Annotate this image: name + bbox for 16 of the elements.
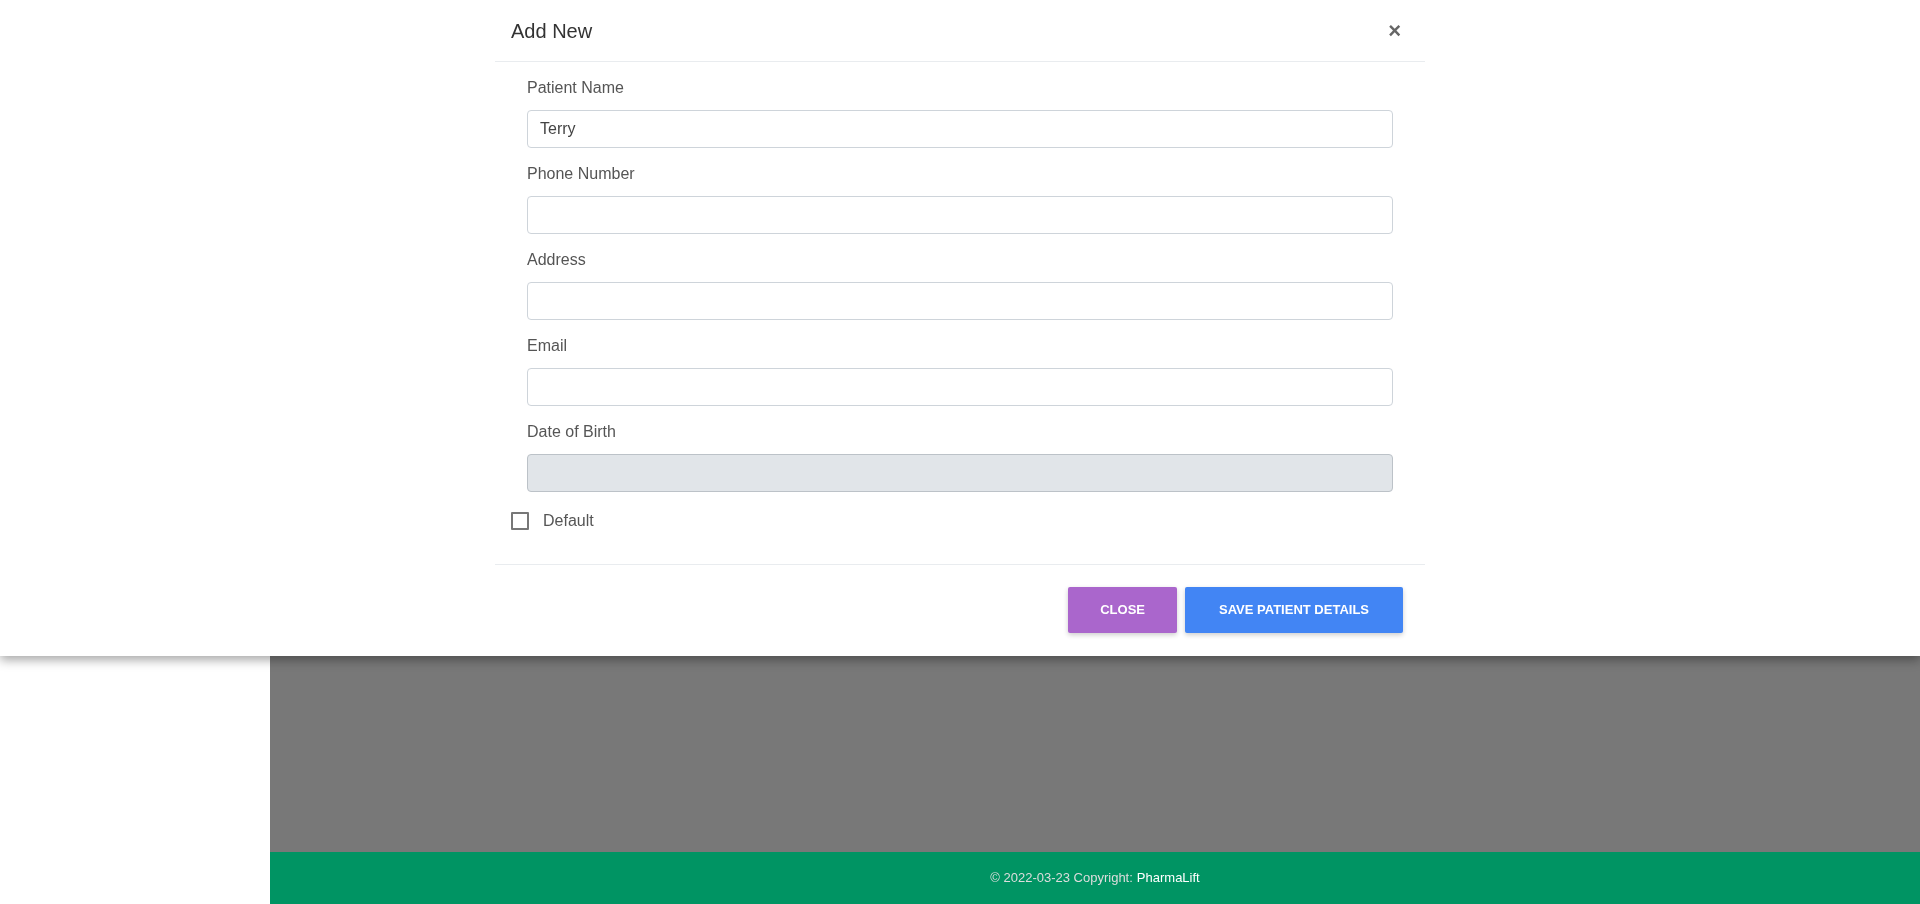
input-field[interactable]	[527, 196, 1393, 234]
close-button[interactable]: CLOSE	[1068, 587, 1177, 633]
save-button[interactable]: SAVE PATIENT DETAILS	[1185, 587, 1403, 633]
copyright-text: © 2022-03-23 Copyright:	[990, 869, 1133, 888]
field-label: Phone Number	[527, 164, 636, 184]
field-label: Date of Birth	[527, 422, 617, 442]
checkbox[interactable]	[511, 512, 529, 530]
field-label: Address	[527, 250, 587, 270]
input-field[interactable]	[527, 282, 1393, 320]
input-field[interactable]: Terry	[527, 110, 1393, 148]
brand-link[interactable]: PharmaLift	[1136, 868, 1200, 888]
checkbox-label: Default	[543, 511, 594, 531]
input-field[interactable]	[527, 368, 1393, 406]
field-label: Email	[527, 336, 568, 356]
field-label: Patient Name	[527, 78, 625, 98]
dialog-title: Add New	[511, 18, 593, 44]
